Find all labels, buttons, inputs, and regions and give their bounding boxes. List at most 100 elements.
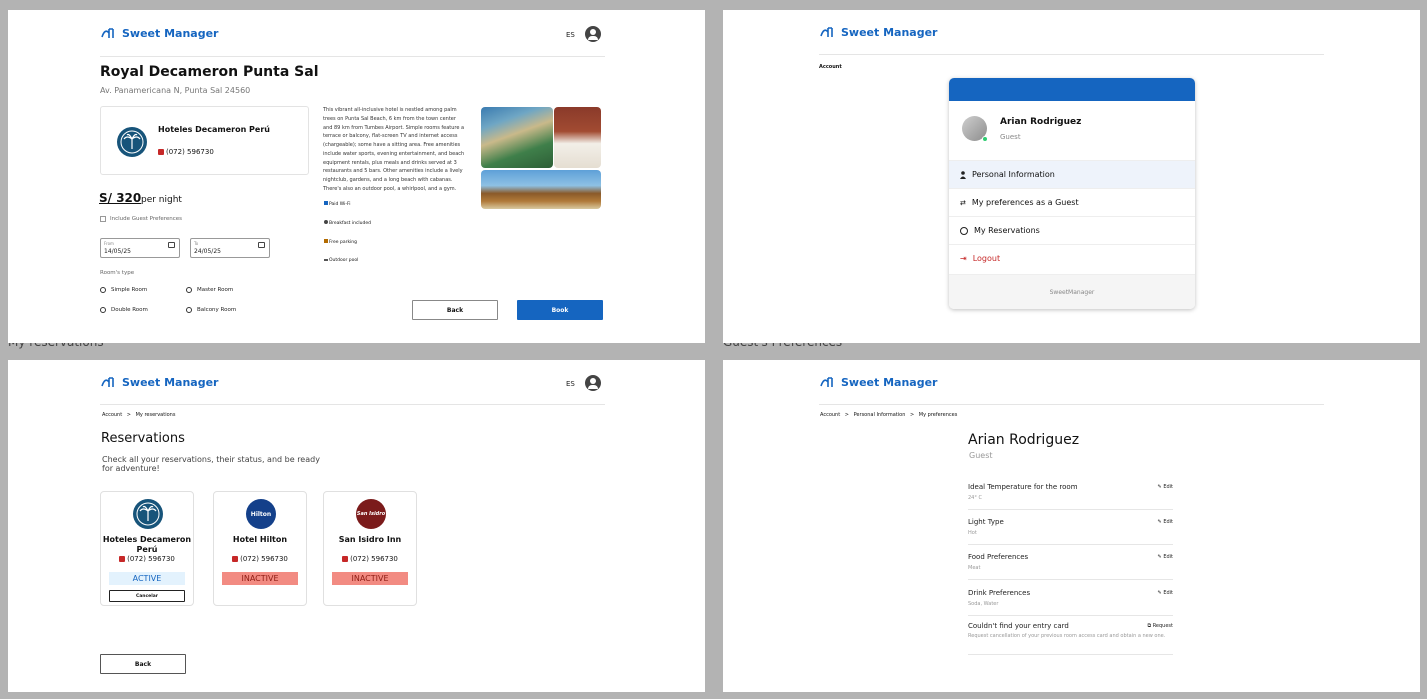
pref-row-drink: Drink Preferences Soda, Water ✎ Edit	[968, 584, 1173, 616]
breadcrumb-current: My preferences	[918, 412, 958, 418]
parking-icon	[324, 239, 328, 243]
room-type-label: Room's type	[100, 270, 135, 276]
breadcrumb[interactable]: Account	[819, 64, 842, 70]
pref-title: Couldn't find your entry card	[968, 622, 1069, 630]
reservation-card[interactable]: Hilton Hotel Hilton (072) 596730 INACTIV…	[213, 491, 307, 606]
room-option-master[interactable]: Master Room	[186, 287, 233, 293]
edit-drink-button[interactable]: ✎ Edit	[1158, 590, 1173, 596]
swap-icon: ⇄	[960, 198, 966, 207]
account-panel: Sweet Manager Account Arian Rodriguez Gu…	[723, 10, 1420, 343]
header-divider	[819, 404, 1324, 405]
menu-my-preferences[interactable]: ⇄ My preferences as a Guest	[949, 188, 1195, 216]
cancel-button[interactable]: Cancelar	[109, 590, 185, 602]
back-button[interactable]: Back	[100, 654, 186, 674]
decameron-logo-icon	[117, 127, 147, 157]
breadcrumb-current: My reservations	[135, 412, 176, 418]
app-logo[interactable]: Sweet Manager	[100, 26, 218, 40]
reservation-hotel-name: San Isidro Inn	[338, 535, 402, 544]
language-toggle[interactable]: ES	[566, 31, 575, 39]
per-night-label: per night	[141, 195, 182, 205]
app-name: Sweet Manager	[841, 375, 938, 389]
phone-icon	[342, 556, 349, 562]
reservation-phone: (072) 596730	[324, 555, 416, 563]
header-divider	[819, 54, 1324, 55]
book-button[interactable]: Book	[517, 300, 603, 320]
header-divider	[100, 56, 605, 57]
edit-food-button[interactable]: ✎ Edit	[1158, 554, 1173, 560]
user-role: Guest	[1000, 133, 1021, 141]
booking-panel: Sweet Manager ES Royal Decameron Punta S…	[8, 10, 705, 343]
user-avatar-icon[interactable]	[585, 375, 601, 391]
provider-phone: (072) 596730	[158, 148, 214, 156]
from-date-field[interactable]: From 14/05/25	[100, 238, 180, 258]
amenity-pool: Outdoor pool	[324, 258, 358, 263]
hotel-photo-beach	[481, 170, 601, 209]
breadcrumb-account[interactable]: Account	[102, 412, 122, 418]
pref-title: Food Preferences	[968, 553, 1029, 561]
wifi-icon	[324, 201, 328, 205]
breadcrumb-account[interactable]: Account	[820, 412, 840, 418]
room-option-double[interactable]: Double Room	[100, 307, 148, 313]
breadcrumb: Account > Personal Information > My pref…	[820, 412, 957, 418]
app-name: Sweet Manager	[122, 26, 219, 40]
breadcrumb-separator: >	[844, 412, 849, 418]
from-date-value: 14/05/25	[104, 248, 131, 255]
person-icon	[960, 170, 966, 179]
reservation-hotel-name: Hoteles Decameron Perú	[102, 535, 192, 554]
sweet-manager-logo-icon	[820, 27, 833, 37]
pref-title: Light Type	[968, 518, 1004, 526]
app-logo[interactable]: Sweet Manager	[819, 375, 937, 389]
account-card-header	[949, 78, 1195, 101]
edit-temperature-button[interactable]: ✎ Edit	[1158, 484, 1173, 490]
price: S/ 320	[99, 191, 142, 205]
logout-icon: ⇥	[960, 254, 967, 263]
status-badge: ACTIVE	[109, 572, 185, 585]
pref-value: 24° C	[968, 495, 982, 501]
app-logo[interactable]: Sweet Manager	[819, 25, 937, 39]
user-name: Arian Rodriguez	[968, 432, 1080, 448]
account-card-footer: SweetManager	[949, 274, 1195, 309]
hotel-address: Av. Panamericana N, Punta Sal 24560	[100, 86, 251, 95]
request-card-button[interactable]: ⧉ Request	[1148, 623, 1173, 629]
back-button[interactable]: Back	[412, 300, 498, 320]
reservation-card[interactable]: Hoteles Decameron Perú (072) 596730 ACTI…	[100, 491, 194, 606]
to-date-field[interactable]: To 24/05/25	[190, 238, 270, 258]
hotel-description: This vibrant all-inclusive hotel is nest…	[323, 107, 465, 192]
amenity-wifi: Paid Wi-Fi	[324, 201, 351, 207]
provider-name: Hoteles Decameron Perú	[158, 125, 270, 134]
calendar-icon[interactable]	[168, 242, 175, 248]
calendar-icon[interactable]	[258, 242, 265, 248]
room-option-simple[interactable]: Simple Room	[100, 287, 147, 293]
provider-phone-value: (072) 596730	[166, 148, 214, 156]
reservation-hotel-name: Hotel Hilton	[232, 535, 288, 544]
preferences-panel: Sweet Manager Account > Personal Informa…	[723, 360, 1420, 692]
breakfast-icon	[324, 220, 328, 224]
user-avatar-icon[interactable]	[585, 26, 601, 42]
san-isidro-logo-icon: San Isidro	[356, 499, 386, 529]
provider-card: Hoteles Decameron Perú (072) 596730	[100, 106, 309, 175]
edit-light-type-button[interactable]: ✎ Edit	[1158, 519, 1173, 525]
hotel-photo-room	[554, 107, 601, 168]
user-name: Arian Rodriguez	[1000, 117, 1082, 127]
to-date-label: To	[194, 241, 199, 246]
language-toggle[interactable]: ES	[566, 380, 575, 388]
reservation-card[interactable]: San Isidro San Isidro Inn (072) 596730 I…	[323, 491, 417, 606]
breadcrumb-personal-information[interactable]: Personal Information	[854, 412, 906, 418]
pref-row-temperature: Ideal Temperature for the room 24° C ✎ E…	[968, 478, 1173, 510]
app-logo[interactable]: Sweet Manager	[100, 375, 218, 389]
reservation-phone: (072) 596730	[214, 555, 306, 563]
pref-value: Hot	[968, 530, 977, 536]
to-date-value: 24/05/25	[194, 248, 221, 255]
menu-my-reservations[interactable]: My Reservations	[949, 216, 1195, 244]
breadcrumb-separator: >	[909, 412, 915, 418]
sweet-manager-logo-icon	[101, 377, 114, 387]
pref-row-light-type: Light Type Hot ✎ Edit	[968, 513, 1173, 545]
pref-value: Request cancellation of your previous ro…	[968, 633, 1166, 639]
phone-icon	[158, 149, 164, 155]
room-option-balcony[interactable]: Balcony Room	[186, 307, 236, 313]
menu-personal-information[interactable]: Personal Information	[949, 160, 1195, 188]
guest-prefs-checkbox[interactable]	[100, 216, 106, 222]
menu-logout[interactable]: ⇥ Logout	[949, 244, 1195, 272]
hilton-logo-icon: Hilton	[246, 499, 276, 529]
user-role: Guest	[969, 451, 993, 460]
